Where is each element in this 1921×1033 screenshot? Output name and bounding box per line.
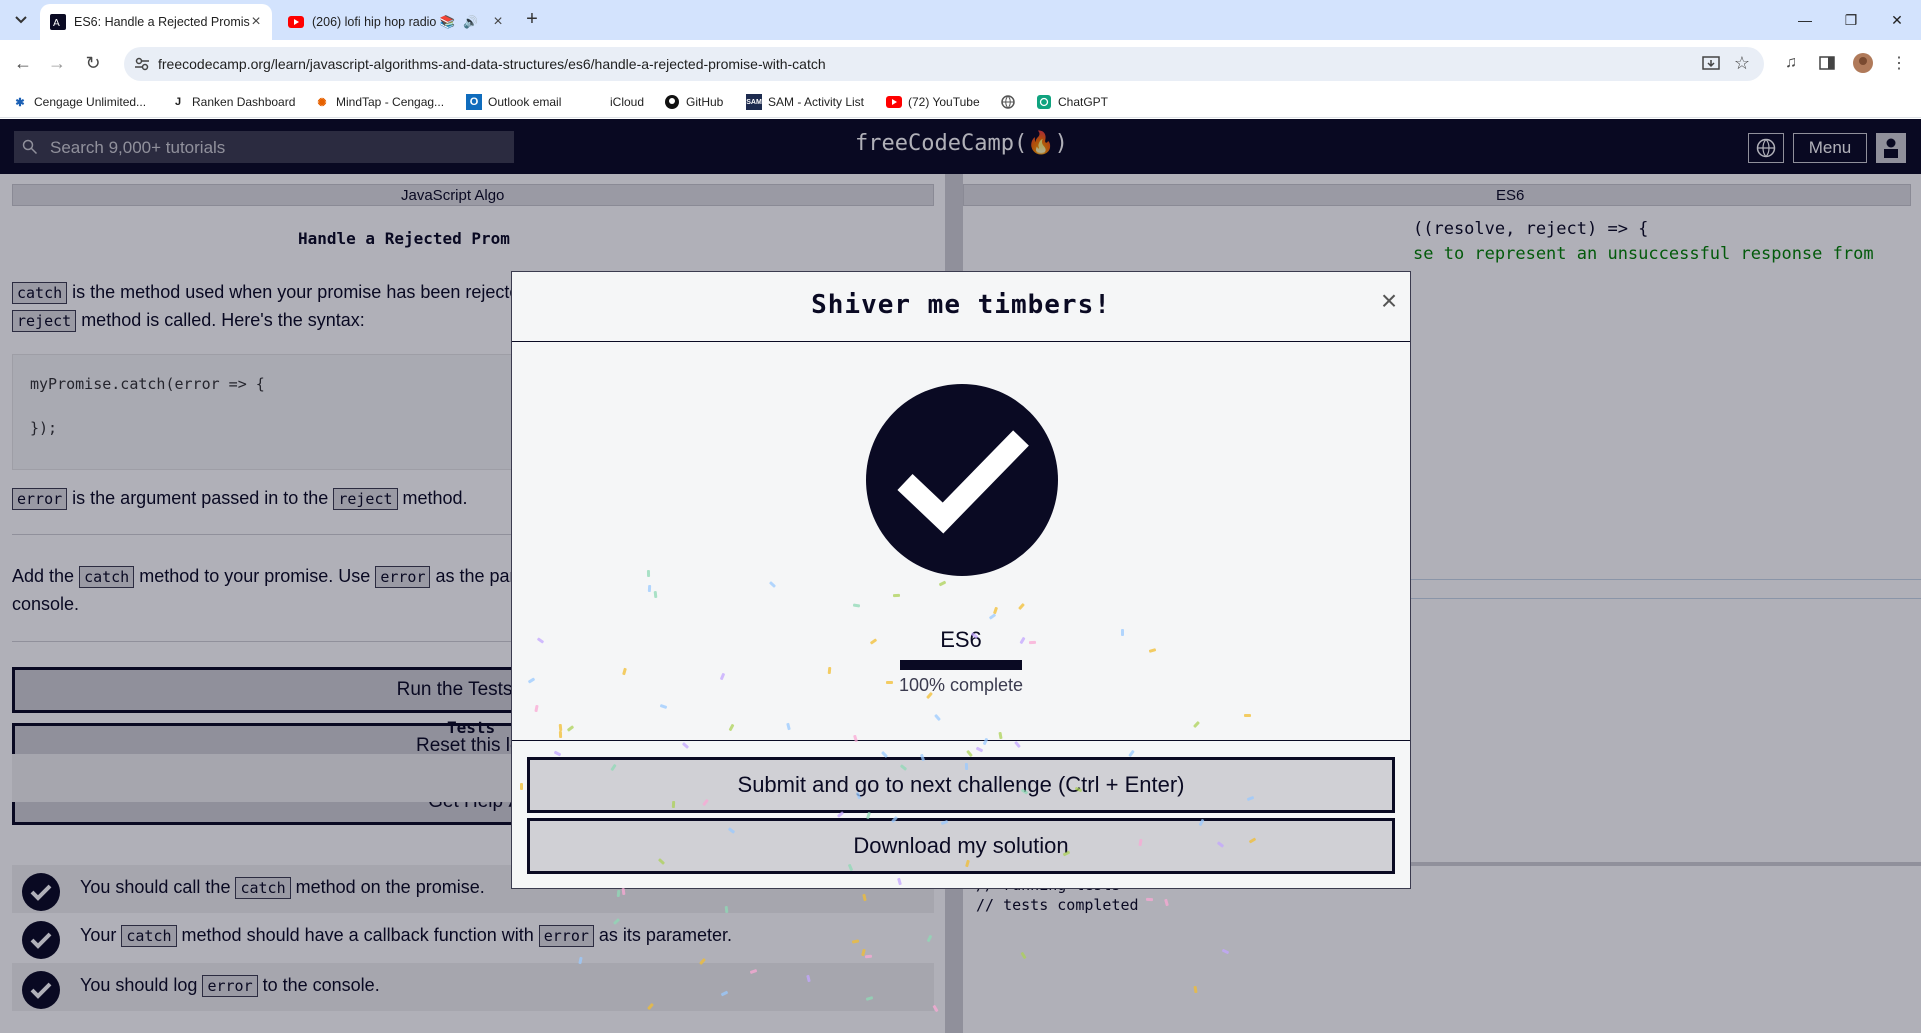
cengage-icon: ✱ — [15, 96, 25, 109]
outlook-icon: O — [466, 94, 482, 110]
confetti-piece — [671, 801, 676, 809]
bookmark-cengage[interactable]: ✱ Cengage Unlimited... — [12, 92, 146, 112]
profile-avatar[interactable] — [1852, 52, 1874, 74]
close-tab-icon[interactable]: × — [248, 14, 264, 30]
confetti-piece — [893, 593, 901, 598]
confetti-piece — [827, 667, 832, 675]
modal-header: Shiver me timbers! × — [512, 272, 1410, 342]
confetti-piece — [653, 590, 658, 599]
tab-title: (206) lofi hip hop radio 📚 — [312, 14, 456, 29]
confetti-piece — [864, 954, 872, 959]
site-info-icon[interactable] — [134, 56, 150, 77]
progress-bar — [900, 660, 1022, 670]
bookmark-star-icon[interactable]: ☆ — [1734, 53, 1750, 74]
bookmark-youtube[interactable]: (72) YouTube — [886, 92, 980, 112]
side-panel-icon[interactable] — [1816, 52, 1838, 74]
freecodecamp-icon: A — [50, 14, 66, 30]
confetti-piece — [965, 763, 969, 771]
confetti-piece — [1243, 713, 1251, 718]
tab-freecodecamp[interactable]: A ES6: Handle a Rejected Promis × — [40, 4, 272, 40]
certification-name: ES6 — [940, 627, 982, 652]
confetti-piece — [646, 570, 651, 578]
youtube-icon — [886, 94, 902, 110]
more-options-icon[interactable]: ⋮ — [1888, 52, 1910, 74]
globe-icon — [1000, 94, 1016, 110]
tab-youtube[interactable]: (206) lofi hip hop radio 📚 🔊 × — [278, 4, 514, 40]
submit-next-challenge-button[interactable]: Submit and go to next challenge (Ctrl + … — [527, 757, 1395, 813]
close-window-icon[interactable]: ✕ — [1874, 0, 1920, 40]
chatgpt-icon — [1036, 94, 1052, 110]
bookmark-globe[interactable] — [1000, 92, 1022, 112]
url-text: freecodecamp.org/learn/javascript-algori… — [158, 56, 826, 72]
github-icon — [664, 94, 680, 110]
completion-modal: Shiver me timbers! × ES6 100% complete S… — [511, 271, 1411, 889]
bookmark-ranken[interactable]: J Ranken Dashboard — [170, 92, 295, 112]
bookmarks-bar: ✱ Cengage Unlimited... J Ranken Dashboard … — [0, 86, 1921, 118]
confetti-piece — [520, 783, 524, 791]
bookmark-mindtap[interactable]: ✺ MindTap - Cengag... — [314, 92, 444, 112]
restore-icon[interactable]: ❐ — [1828, 0, 1874, 40]
forward-arrow-icon[interactable]: → — [44, 50, 70, 76]
progress-bar-fill — [900, 660, 1022, 670]
modal-title: Shiver me timbers! — [811, 290, 1111, 320]
bookmark-sam[interactable]: SAM SAM - Activity List — [746, 92, 864, 112]
confetti-piece — [559, 731, 563, 739]
confetti-piece — [1028, 640, 1036, 644]
browser-toolbar: ← → ↻ freecodecamp.org/learn/javascript-… — [0, 40, 1921, 86]
modal-divider — [512, 740, 1410, 741]
address-bar[interactable]: freecodecamp.org/learn/javascript-algori… — [124, 47, 1764, 81]
close-tab-icon[interactable]: × — [490, 14, 506, 30]
bookmark-outlook[interactable]: O Outlook email — [466, 92, 561, 112]
svg-text:A: A — [53, 18, 60, 29]
close-icon[interactable]: × — [1377, 286, 1401, 316]
success-check-icon — [866, 384, 1058, 576]
progress-text: 100% complete — [898, 675, 1024, 695]
confetti-piece — [886, 681, 894, 685]
bookmark-chatgpt[interactable]: ChatGPT — [1036, 92, 1108, 112]
speaker-icon[interactable]: 🔊 — [463, 15, 478, 29]
confetti-piece — [558, 723, 563, 731]
back-arrow-icon[interactable]: ← — [10, 50, 36, 76]
new-tab-button[interactable]: + — [520, 8, 544, 32]
confetti-piece — [621, 887, 626, 895]
youtube-icon — [288, 14, 304, 30]
mindtap-icon: ✺ — [317, 96, 327, 109]
tab-title: ES6: Handle a Rejected Promis — [74, 15, 250, 29]
media-control-icon[interactable]: ♫ — [1780, 52, 1802, 74]
browser-tab-bar: A ES6: Handle a Rejected Promis × (206) … — [0, 0, 1921, 40]
confetti-piece — [1145, 897, 1153, 902]
chevron-down-icon — [15, 16, 27, 24]
sam-icon: SAM — [746, 94, 762, 110]
install-app-icon[interactable] — [1702, 55, 1720, 78]
confetti-piece — [616, 889, 621, 897]
tab-search-button[interactable] — [8, 8, 34, 32]
confetti-piece — [1120, 629, 1124, 637]
minimize-icon[interactable]: — — [1782, 0, 1828, 40]
download-solution-button[interactable]: Download my solution — [527, 818, 1395, 874]
fcc-page: Search 9,000+ tutorials freeCodeCamp(🔥) … — [0, 119, 1921, 1033]
apple-icon — [588, 94, 604, 110]
reload-icon[interactable]: ↻ — [80, 50, 106, 76]
ranken-icon: J — [174, 96, 182, 108]
bookmark-github[interactable]: GitHub — [664, 92, 723, 112]
bookmark-icloud[interactable]: iCloud — [588, 92, 644, 112]
